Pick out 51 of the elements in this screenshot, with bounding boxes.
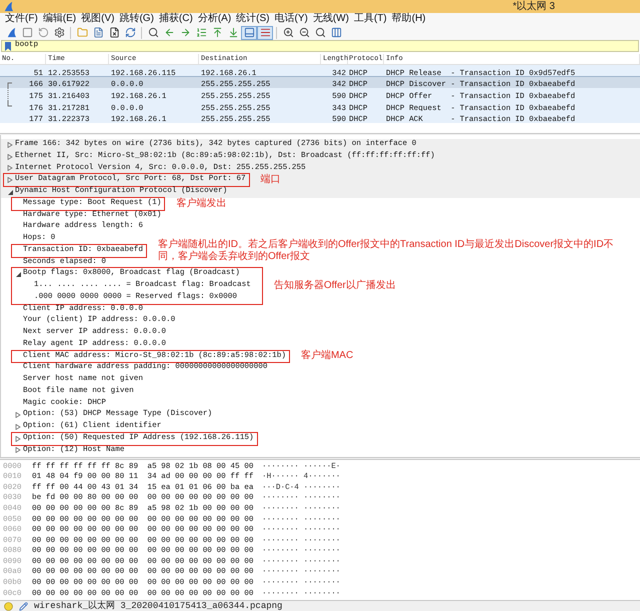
autoscroll-icon[interactable] [244, 27, 254, 38]
collapsed-arrow-icon[interactable] [14, 436, 20, 442]
menu-item[interactable]: 视图(V) [80, 13, 116, 25]
zoom-out-icon[interactable] [298, 27, 310, 38]
settings-icon[interactable] [54, 27, 64, 38]
first-packet-icon[interactable] [212, 27, 222, 38]
menu-item[interactable]: 工具(T) [352, 13, 388, 25]
forward-arrow-icon[interactable] [180, 27, 190, 38]
menu-item[interactable]: 帮助(H) [390, 13, 427, 25]
annotation-note: 告知服务器Offer以广播发出 [274, 280, 396, 292]
collapsed-arrow-icon[interactable] [6, 142, 12, 148]
menu-item[interactable]: 电话(Y) [274, 13, 309, 25]
zoom-reset-icon[interactable] [314, 27, 326, 38]
capture-file-name: wireshark_以太网 3_20200410175413_a06344.pcapng [34, 601, 282, 611]
shark-fin-icon[interactable] [3, 1, 14, 12]
menu-item[interactable]: 跳转(G) [118, 13, 155, 25]
reload-icon[interactable] [124, 27, 136, 38]
zoom-in-icon[interactable] [282, 27, 294, 38]
back-arrow-icon[interactable] [164, 27, 174, 38]
menu-item[interactable]: 编辑(E) [42, 13, 78, 25]
collapsed-arrow-icon[interactable] [14, 412, 20, 418]
expanded-arrow-icon[interactable] [6, 188, 12, 195]
expanded-arrow-icon[interactable] [14, 271, 20, 278]
window-title: *以太网 3 [512, 0, 555, 12]
close-file-icon[interactable] [108, 27, 120, 38]
menu-item[interactable]: 分析(A) [196, 13, 232, 25]
annotation-note: 端口 [260, 174, 281, 186]
colorize-icon[interactable] [260, 27, 270, 38]
annotation-note: 客户端随机出的ID。若之后客户端收到的Offer报文中的Transaction ID与最近发出Discover报文中的ID不同，客户端会丢弃收到的Offer报文 [158, 238, 615, 263]
edit-comment-icon[interactable] [19, 602, 28, 610]
collapsed-arrow-icon[interactable] [14, 424, 20, 430]
shark-fin-icon[interactable] [6, 27, 16, 38]
last-packet-icon[interactable] [228, 27, 238, 38]
annotation-note: 客户端发出 [176, 198, 226, 210]
stop-icon[interactable] [22, 27, 32, 38]
collapsed-arrow-icon[interactable] [6, 165, 12, 172]
collapsed-arrow-icon[interactable] [6, 154, 12, 160]
menu-item[interactable]: 无线(W) [312, 13, 350, 25]
menu-item[interactable]: 捕获(C) [158, 13, 194, 25]
go-to-packet-icon[interactable] [196, 27, 206, 38]
annotation-note: 客户端MAC [300, 350, 354, 362]
status-indicator-icon[interactable] [4, 602, 13, 610]
restart-icon[interactable] [38, 27, 48, 38]
bookmark-icon[interactable] [5, 42, 11, 50]
menu-item[interactable]: 统计(S) [235, 13, 270, 25]
collapsed-arrow-icon[interactable] [6, 177, 12, 184]
collapsed-arrow-icon[interactable] [14, 447, 20, 454]
menu-item[interactable]: 文件(F) [4, 13, 39, 25]
search-icon[interactable] [148, 27, 158, 38]
file-icon[interactable] [92, 27, 104, 38]
resize-columns-icon[interactable] [330, 27, 342, 38]
